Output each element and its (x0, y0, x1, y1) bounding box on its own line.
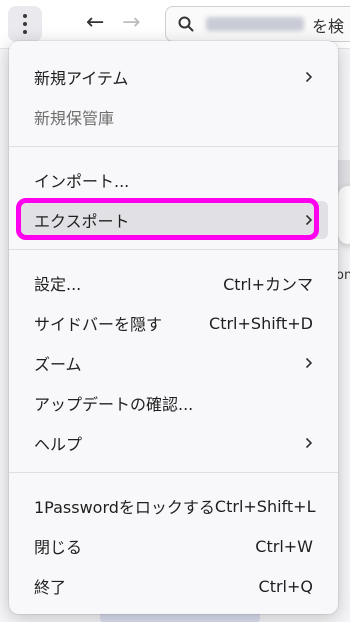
menu-divider (9, 146, 338, 147)
menu-item-label: 新規保管庫 (34, 109, 115, 128)
back-arrow-icon[interactable]: ← (86, 10, 104, 36)
menu-divider (9, 472, 338, 473)
menu-divider (9, 249, 338, 250)
menu-item-label: 新規アイテム (34, 69, 129, 88)
menu-item-label: エクスポート (34, 212, 130, 231)
menu-item-quit[interactable]: 終了 Ctrl+Q (19, 567, 328, 605)
chevron-right-icon (299, 214, 313, 226)
submenu-preview (338, 186, 350, 244)
menu-item-label: インポート... (34, 172, 130, 191)
menu-item-help[interactable]: ヘルプ (19, 424, 328, 462)
kebab-dot-icon (23, 30, 27, 34)
main-menu: 新規アイテム 新規保管庫 インポート... エクスポート 設定... Ctrl+… (9, 41, 338, 614)
chevron-right-icon (299, 71, 313, 83)
chevron-right-icon (299, 357, 313, 369)
menu-item-hide-sidebar[interactable]: サイドバーを隠す Ctrl+Shift+D (19, 304, 328, 342)
search-text: を検 (312, 17, 345, 36)
menu-item-label: 設定... (34, 275, 82, 294)
redacted-text (206, 17, 304, 31)
keyboard-shortcut: Ctrl+W (255, 536, 313, 556)
menu-item-settings[interactable]: 設定... Ctrl+カンマ (19, 264, 328, 302)
kebab-dot-icon (23, 22, 27, 26)
menu-item-label: 閉じる (34, 538, 83, 557)
menu-item-label: アップデートの確認... (34, 395, 194, 414)
menu-item-export[interactable]: エクスポート (19, 201, 328, 239)
menu-item-close[interactable]: 閉じる Ctrl+W (19, 527, 328, 565)
menu-item-label: ヘルプ (34, 435, 83, 454)
keyboard-shortcut: Ctrl+Shift+L (214, 496, 316, 516)
menu-item-label: ズーム (34, 355, 82, 374)
background-text: on (336, 268, 350, 283)
menu-item-label: サイドバーを隠す (34, 315, 163, 334)
menu-item-lock[interactable]: 1Passwordをロックする Ctrl+Shift+L (19, 487, 328, 525)
chevron-right-icon (299, 437, 313, 449)
menu-item-label: 終了 (34, 578, 67, 597)
search-icon (178, 16, 194, 32)
keyboard-shortcut: Ctrl+カンマ (223, 275, 313, 294)
menu-item-import[interactable]: インポート... (19, 161, 328, 199)
menu-item-new-vault[interactable]: 新規保管庫 (19, 98, 328, 136)
menu-item-label: 1Passwordをロックする (34, 498, 215, 517)
keyboard-shortcut: Ctrl+Shift+D (209, 313, 313, 333)
kebab-dot-icon (23, 14, 27, 18)
forward-arrow-icon[interactable]: → (122, 10, 140, 36)
menu-item-new-item[interactable]: 新規アイテム (19, 58, 328, 96)
keyboard-shortcut: Ctrl+Q (258, 576, 313, 596)
search-input[interactable]: を検 (165, 6, 350, 42)
menu-item-check-updates[interactable]: アップデートの確認... (19, 384, 328, 422)
more-options-button[interactable] (8, 6, 42, 42)
menu-item-zoom[interactable]: ズーム (19, 344, 328, 382)
